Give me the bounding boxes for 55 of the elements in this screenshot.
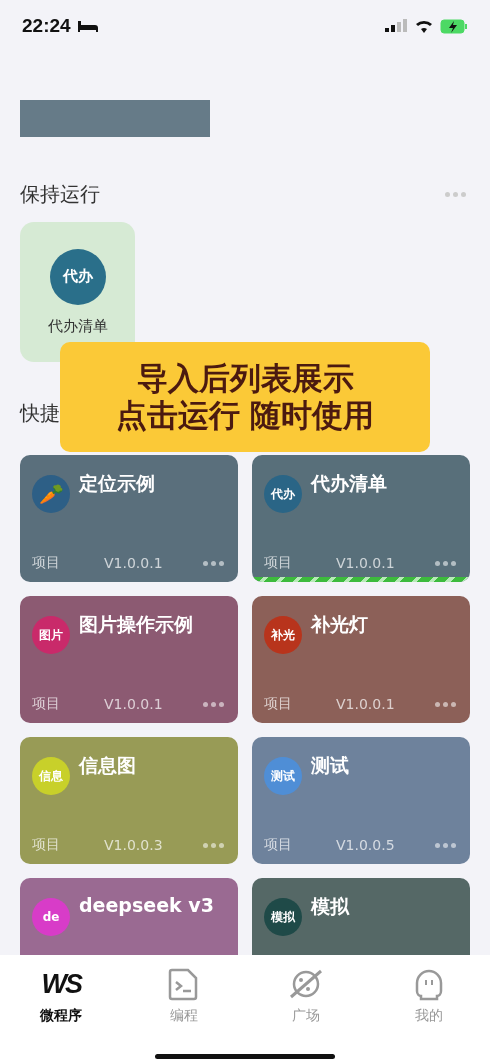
app-badge-icon: de (32, 898, 70, 936)
app-version: V1.0.0.1 (104, 555, 164, 571)
app-card[interactable]: 测试 测试 项目 V1.0.0.5 (252, 737, 470, 864)
app-name: 补光灯 (311, 612, 368, 637)
battery-charging-icon (440, 18, 468, 34)
nav-tab[interactable]: 广场 (245, 967, 368, 1027)
signal-icon (384, 19, 408, 33)
app-name: 代办清单 (47, 316, 108, 336)
app-badge-icon: 补光 (264, 616, 302, 654)
app-type: 项目 (264, 554, 293, 572)
app-badge-icon: 信息 (32, 757, 70, 795)
status-time: 22:24 (22, 15, 71, 37)
wifi-icon (414, 18, 434, 34)
app-badge-icon: 图片 (32, 616, 70, 654)
code-file-icon (167, 967, 200, 1001)
app-badge-icon: 模拟 (264, 898, 302, 936)
app-logo: WS (41, 968, 81, 1001)
app-version: V1.0.0.1 (336, 696, 396, 712)
app-card[interactable]: de deepseek v3 (20, 878, 238, 955)
app-name: deepseek v3 (79, 894, 214, 916)
app-card[interactable]: 代办 代办清单 项目 V1.0.0.1 (252, 455, 470, 582)
app-badge-icon: 代办 (49, 248, 106, 305)
app-version: V1.0.0.3 (104, 837, 164, 853)
app-card[interactable]: 补光 补光灯 项目 V1.0.0.1 (252, 596, 470, 723)
app-badge-icon: 代办 (264, 475, 302, 513)
banner-text: 导入后列表展示 (136, 359, 354, 397)
app-version: V1.0.0.5 (336, 837, 396, 853)
app-version: V1.0.0.1 (336, 555, 396, 571)
section-title: 保持运行 (20, 181, 100, 208)
app-type: 项目 (32, 695, 61, 713)
app-name: 定位示例 (79, 471, 155, 496)
app-badge-icon: 测试 (264, 757, 302, 795)
bed-icon (76, 19, 99, 33)
app-type: 项目 (32, 554, 61, 572)
app-name: 图片操作示例 (79, 612, 193, 637)
app-name: 模拟 (311, 894, 349, 919)
app-type: 项目 (264, 836, 293, 854)
section-title: 快捷 (20, 400, 60, 427)
app-badge-icon: 🥕 (32, 475, 70, 513)
app-name: 代办清单 (311, 471, 387, 496)
app-version: V1.0.0.1 (104, 696, 164, 712)
app-card[interactable]: 🥕 定位示例 项目 V1.0.0.1 (20, 455, 238, 582)
app-name: 信息图 (79, 753, 136, 778)
running-app-tile[interactable]: 代办 代办清单 (20, 222, 135, 362)
banner-text: 点击运行 随时使用 (115, 397, 375, 435)
planet-icon (288, 967, 325, 1001)
app-card[interactable]: 模拟 模拟 (252, 878, 470, 955)
nav-tab[interactable]: 我的 (367, 967, 490, 1027)
app-name: 测试 (311, 753, 349, 778)
app-type: 项目 (264, 695, 293, 713)
app-type: 项目 (32, 836, 61, 854)
nav-tab[interactable]: WS 微程序 (0, 967, 123, 1027)
app-card[interactable]: 信息 信息图 项目 V1.0.0.3 (20, 737, 238, 864)
app-card[interactable]: 图片 图片操作示例 项目 V1.0.0.1 (20, 596, 238, 723)
nav-tab[interactable]: 编程 (122, 967, 245, 1027)
